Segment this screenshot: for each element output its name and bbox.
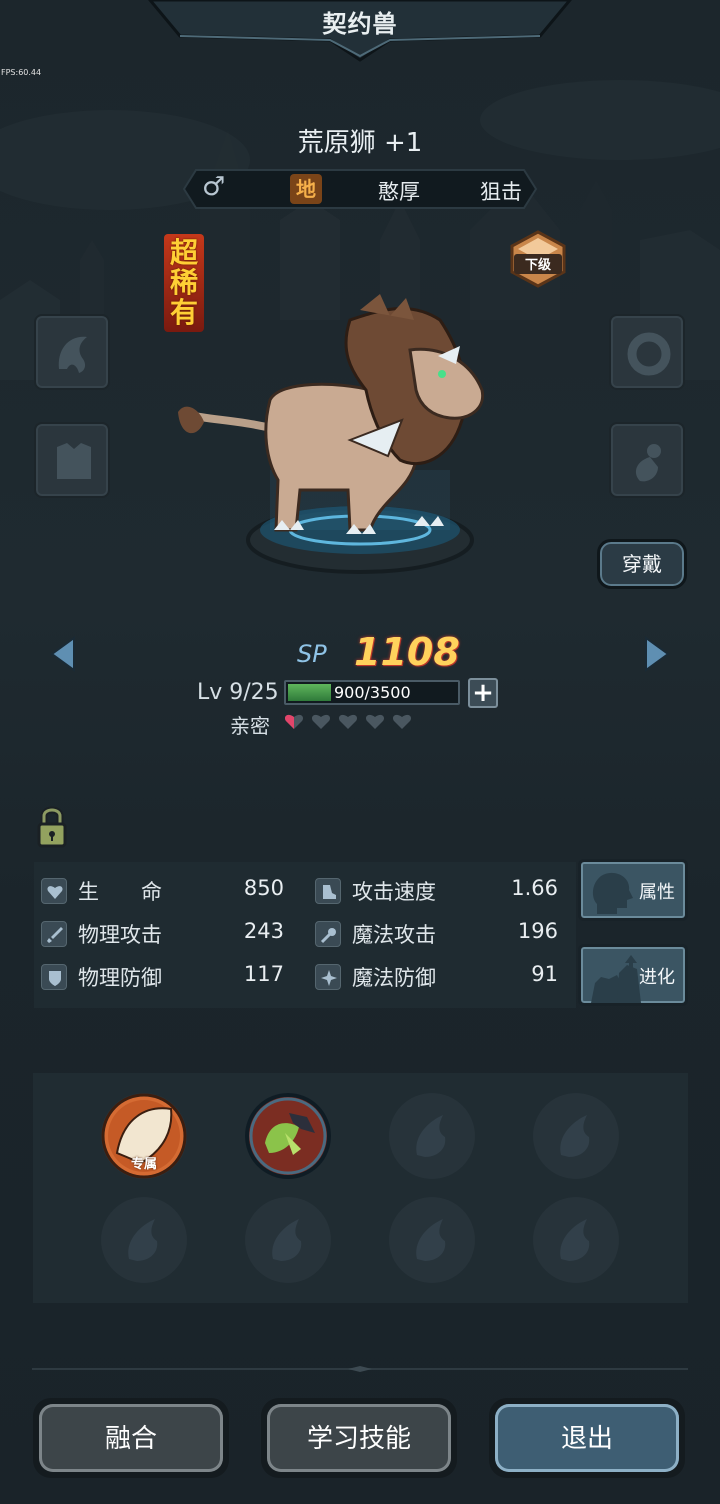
skill-slot-empty[interactable] [389, 1197, 475, 1283]
empty-skill-icon [416, 1219, 446, 1261]
page-title: 契约兽 [322, 10, 398, 38]
body-armor-icon [57, 443, 91, 479]
personality-tag: 憨厚 [378, 180, 420, 204]
male-icon: ♂ [202, 172, 226, 202]
learn-skill-button[interactable]: 学习技能 [261, 1398, 457, 1478]
shield-icon [41, 964, 67, 990]
skill-slot-2[interactable] [245, 1093, 331, 1179]
add-exp-button[interactable]: + [468, 678, 498, 708]
prev-arrow-icon[interactable] [50, 636, 76, 672]
amulet-icon [635, 444, 661, 482]
stat-row: 生 命 850 攻击速度 1.66 [34, 872, 576, 912]
rarity-char: 超 [169, 236, 198, 269]
role-tag: 狙击 [480, 180, 522, 204]
stat-name: 物理防御 [78, 966, 162, 990]
stat-value: 1.66 [511, 876, 558, 900]
stat-value: 243 [243, 919, 284, 943]
grade-label: 下级 [524, 258, 551, 273]
stat-value: 850 [243, 876, 284, 900]
exclusive-tag: 专属 [130, 1157, 157, 1172]
divider [32, 1366, 688, 1372]
equip-slot-amulet[interactable] [609, 422, 685, 498]
empty-skill-icon [272, 1219, 302, 1261]
learn-skill-label: 学习技能 [306, 1424, 411, 1454]
equip-slot-body[interactable] [34, 422, 110, 498]
exp-bar: 900/3500 [284, 680, 460, 705]
skill-slot-empty[interactable] [245, 1197, 331, 1283]
heart-icon [392, 714, 412, 729]
fuse-label: 融合 [104, 1424, 157, 1454]
stat-value: 196 [517, 919, 558, 943]
attributes-label: 属性 [639, 882, 675, 903]
level-text: Lv 9/25 [197, 680, 279, 705]
heart-icon [365, 714, 385, 729]
heart-icon [41, 878, 67, 904]
skill-slot-empty[interactable] [101, 1197, 187, 1283]
grade-badge[interactable]: 下级 [508, 230, 568, 288]
evolve-icon [591, 955, 641, 1003]
pet-model [170, 290, 500, 590]
horn-armor-icon [58, 336, 87, 373]
exit-button[interactable]: 退出 [489, 1398, 685, 1478]
stat-name: 攻击速度 [352, 880, 436, 904]
stat-value: 117 [243, 962, 284, 986]
skill-slot-exclusive[interactable]: 专属 [101, 1093, 187, 1179]
equip-button[interactable]: 穿戴 [597, 539, 687, 589]
heart-icon [284, 714, 304, 729]
stat-name: 魔法攻击 [352, 923, 436, 947]
empty-skill-icon [560, 1115, 590, 1157]
stat-name: 生 命 [78, 880, 162, 904]
heart-icon [311, 714, 331, 729]
attributes-button[interactable]: 属性 [578, 859, 688, 921]
empty-skill-icon [416, 1115, 446, 1157]
sp-label: SP [297, 640, 327, 668]
boot-icon [315, 878, 341, 904]
stat-row: 物理防御 117 魔法防御 91 [34, 958, 576, 998]
lock-icon[interactable] [36, 804, 68, 850]
evolve-button[interactable]: 进化 [578, 944, 688, 1006]
empty-skill-icon [128, 1219, 158, 1261]
evolve-label: 进化 [639, 967, 675, 988]
next-arrow-icon[interactable] [644, 636, 670, 672]
pet-name: 荒原狮 +1 [297, 128, 423, 158]
star-icon [315, 964, 341, 990]
skills-panel: 专属 [33, 1073, 688, 1303]
pet-tag-bar: ♂ 地 憨厚 狙击 [182, 168, 538, 210]
stat-name: 魔法防御 [352, 966, 436, 990]
header-banner: 契约兽 [140, 0, 580, 62]
sp-value: 1108 [354, 630, 460, 674]
equip-slot-horn[interactable] [34, 314, 110, 390]
skill-slot-empty[interactable] [533, 1093, 619, 1179]
staff-icon [315, 921, 341, 947]
stat-name: 物理攻击 [78, 923, 162, 947]
sword-icon [41, 921, 67, 947]
nature-skill-icon [245, 1093, 331, 1179]
element-badge: 地 [290, 174, 322, 204]
skill-slot-empty[interactable] [533, 1197, 619, 1283]
exp-text: 900/3500 [334, 683, 411, 702]
stat-row: 物理攻击 243 魔法攻击 196 [34, 915, 576, 955]
stat-value: 91 [531, 962, 558, 986]
head-profile-icon [592, 872, 633, 914]
fuse-button[interactable]: 融合 [33, 1398, 229, 1478]
skill-slot-empty[interactable] [389, 1093, 475, 1179]
intimacy-label: 亲密 [230, 714, 270, 738]
exit-label: 退出 [560, 1424, 613, 1454]
exp-bar-fill [288, 684, 331, 701]
empty-skill-icon [560, 1219, 590, 1261]
stats-panel: 生 命 850 攻击速度 1.66 物理攻击 243 魔法攻击 196 物理防御… [34, 862, 576, 1008]
equip-slot-ring[interactable] [609, 314, 685, 390]
heart-icon [338, 714, 358, 729]
fps-counter: FPS:60.44 [1, 68, 42, 77]
ring-icon [627, 332, 671, 376]
